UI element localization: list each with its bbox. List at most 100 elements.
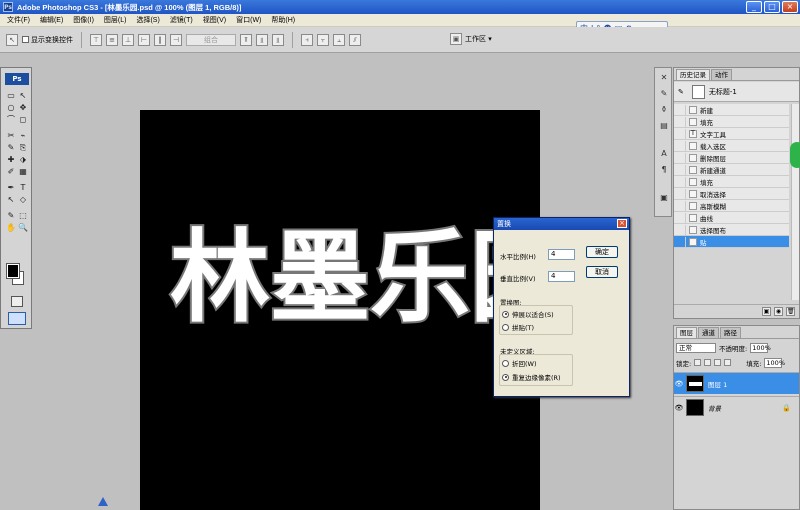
history-item[interactable]: 新建 [674, 104, 789, 116]
close-button[interactable]: × [782, 1, 798, 13]
v-scale-input[interactable]: 4 [548, 271, 575, 282]
align-vcenter-icon[interactable]: ≡ [106, 33, 118, 46]
tab-paths[interactable]: 路径 [720, 327, 741, 338]
repeat-edge-pixels-radio[interactable]: 重复边缘像素(R) [502, 372, 561, 382]
history-item[interactable]: 填充 [674, 176, 789, 188]
layer-comps-icon[interactable]: ▤ [658, 120, 670, 131]
navigator-panel-icon[interactable]: ▣ [658, 192, 670, 203]
document-canvas[interactable]: 林墨乐园 [140, 110, 540, 510]
tile-radio[interactable]: 拼贴(T) [502, 322, 534, 332]
align-bottom-icon[interactable]: ⊥ [122, 33, 134, 46]
tab-channels[interactable]: 通道 [698, 327, 719, 338]
cancel-button[interactable]: 取消 [586, 266, 618, 278]
clone-source-icon[interactable]: ⚱ [658, 104, 670, 115]
character-panel-icon[interactable]: A [658, 148, 670, 159]
tab-layers[interactable]: 图层 [676, 327, 697, 338]
dodge-tool-icon[interactable]: ▦ [17, 166, 29, 177]
menu-select[interactable]: 选择(S) [131, 15, 164, 25]
tab-history[interactable]: 历史记录 [676, 69, 710, 80]
history-item[interactable]: 选择图布 [674, 224, 789, 236]
tools-preset-icon[interactable]: ✕ [658, 72, 670, 83]
layer-row-background[interactable]: 👁 背景 🔒 [674, 396, 799, 418]
wrap-around-radio[interactable]: 折回(W) [502, 358, 537, 368]
auto-align-icon[interactable]: ⫽ [349, 33, 361, 46]
visibility-eye-icon[interactable]: 👁 [674, 404, 684, 412]
stretch-to-fit-radio[interactable]: 伸展以适合(S) [502, 309, 554, 319]
crop-tool-icon[interactable]: ⌒ [5, 114, 17, 125]
distribute-hcenter-icon[interactable]: ⫟ [317, 33, 329, 46]
ok-button[interactable]: 确定 [586, 246, 618, 258]
menu-image[interactable]: 图像(I) [68, 15, 99, 25]
distribute-left-icon[interactable]: ⫞ [301, 33, 313, 46]
visibility-eye-icon[interactable]: 👁 [674, 380, 684, 388]
history-item[interactable]: T 文字工具 [674, 128, 789, 140]
notes-tool-icon[interactable]: ✎ [5, 210, 17, 221]
healing-brush-tool-icon[interactable]: ✂ [5, 130, 17, 141]
show-bounds-checkbox[interactable]: 显示变换控件 [22, 35, 73, 45]
distribute-right-icon[interactable]: ⫠ [333, 33, 345, 46]
lock-position-icon[interactable] [714, 359, 722, 366]
align-right-icon[interactable]: ⊣ [170, 33, 182, 46]
magic-wand-tool-icon[interactable]: ✥ [17, 102, 29, 113]
lasso-tool-icon[interactable]: ○ [5, 102, 17, 113]
path-selection-tool-icon[interactable]: ↖ [5, 194, 17, 205]
new-document-from-state-icon[interactable]: ▣ [762, 307, 771, 316]
brush-tool-icon[interactable]: ⌁ [17, 130, 29, 141]
quick-mask-button[interactable] [11, 296, 23, 307]
history-item[interactable]: 高斯模糊 [674, 200, 789, 212]
history-item[interactable]: 新建通道 [674, 164, 789, 176]
clone-stamp-tool-icon[interactable]: ✎ [5, 142, 17, 153]
menu-file[interactable]: 文件(F) [2, 15, 35, 25]
slice-tool-icon[interactable]: ◻ [17, 114, 29, 125]
brushes-panel-icon[interactable]: ✎ [658, 88, 670, 99]
hand-tool-icon[interactable]: ✋ [5, 222, 17, 233]
history-brush-tool-icon[interactable]: ⎘ [17, 142, 29, 153]
delete-state-icon[interactable]: 🗑 [786, 307, 795, 316]
marquee-tool-icon[interactable]: ▭ [5, 90, 17, 101]
maximize-button[interactable]: □ [764, 1, 780, 13]
zoom-tool-icon[interactable]: 🔍 [17, 222, 29, 233]
menu-help[interactable]: 帮助(H) [266, 15, 300, 25]
eraser-tool-icon[interactable]: ✚ [5, 154, 17, 165]
foreground-color-swatch[interactable] [6, 263, 20, 279]
screen-mode-button[interactable] [8, 312, 26, 325]
lock-transparency-icon[interactable] [694, 359, 702, 366]
menu-window[interactable]: 窗口(W) [231, 15, 266, 25]
align-hcenter-icon[interactable]: ‖ [154, 33, 166, 46]
align-top-icon[interactable]: ⊤ [90, 33, 102, 46]
eyedropper-tool-icon[interactable]: ⬚ [17, 210, 29, 221]
side-badge-icon[interactable] [790, 142, 800, 168]
blur-tool-icon[interactable]: ✐ [5, 166, 17, 177]
move-tool-icon[interactable]: ↖ [17, 90, 29, 101]
create-snapshot-icon[interactable]: ◉ [774, 307, 783, 316]
pen-tool-icon[interactable]: ✒ [5, 182, 17, 193]
distribute-bottom-icon[interactable]: ⫫ [272, 33, 284, 46]
tab-actions[interactable]: 动作 [711, 69, 732, 80]
fill-input[interactable]: 100% [764, 357, 785, 368]
history-snapshot[interactable]: ✎ 无标题-1 [674, 82, 799, 102]
align-left-icon[interactable]: ⊢ [138, 33, 150, 46]
layer-row-layer1[interactable]: 👁 图层 1 [674, 372, 799, 394]
minimize-button[interactable]: _ [746, 1, 762, 13]
menu-layer[interactable]: 图层(L) [99, 15, 132, 25]
type-tool-icon[interactable]: T [17, 182, 29, 193]
menu-view[interactable]: 视图(V) [198, 15, 231, 25]
menu-filter[interactable]: 滤镜(T) [165, 15, 198, 25]
lock-image-icon[interactable] [704, 359, 712, 366]
menu-edit[interactable]: 编辑(E) [35, 15, 68, 25]
h-scale-input[interactable]: 4 [548, 249, 575, 260]
history-item[interactable]: 取消选择 [674, 188, 789, 200]
blend-mode-select[interactable]: 正常 [676, 342, 716, 353]
history-item[interactable]: 载入选区 [674, 140, 789, 152]
gradient-tool-icon[interactable]: ⬗ [17, 154, 29, 165]
opacity-input[interactable]: 100% [750, 342, 771, 353]
distribute-vcenter-icon[interactable]: ⫫ [256, 33, 268, 46]
paragraph-panel-icon[interactable]: ¶ [658, 164, 670, 175]
history-item[interactable]: 填充 [674, 116, 789, 128]
move-tool-preset-icon[interactable]: ↖ [6, 33, 18, 46]
history-scrollbar[interactable] [791, 104, 799, 300]
dialog-close-button[interactable]: × [617, 219, 627, 228]
lock-all-icon[interactable] [724, 359, 732, 366]
distribute-top-icon[interactable]: ⫪ [240, 33, 252, 46]
workspace-menu[interactable]: ▣ 工作区 ▾ [450, 33, 492, 45]
